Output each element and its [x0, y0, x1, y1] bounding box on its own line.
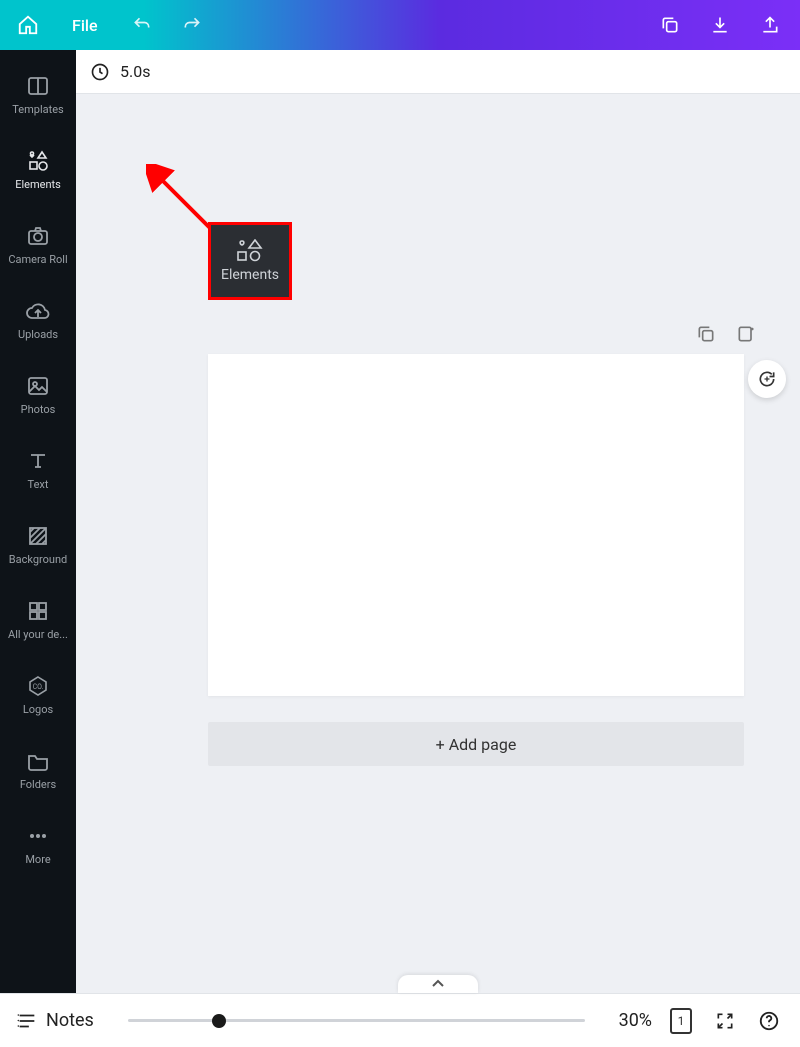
sidebar-item-label: Text: [28, 479, 49, 491]
download-icon: [710, 15, 730, 35]
home-button[interactable]: [12, 9, 44, 41]
body-row: Templates Elements Camera Roll Uploads P…: [0, 50, 800, 993]
sidebar-item-all-your-designs[interactable]: All your de...: [0, 583, 76, 658]
download-button[interactable]: [704, 9, 736, 41]
copy-button[interactable]: [654, 9, 686, 41]
fullscreen-icon: [715, 1011, 735, 1031]
left-sidebar: Templates Elements Camera Roll Uploads P…: [0, 50, 76, 993]
bottom-bar: Notes 30% 1: [0, 993, 800, 1047]
topbar-left-group: File: [0, 9, 208, 41]
redo-button[interactable]: [176, 9, 208, 41]
sidebar-item-label: Folders: [20, 779, 56, 791]
sidebar-item-label: Uploads: [18, 329, 58, 341]
share-button[interactable]: [754, 9, 786, 41]
regenerate-button[interactable]: [748, 360, 786, 398]
sidebar-item-label: All your de...: [8, 629, 68, 641]
main-area: 5.0s: [76, 50, 800, 993]
svg-text:CO.: CO.: [33, 683, 44, 691]
add-page-label: + Add page: [436, 735, 517, 754]
sidebar-item-label: Templates: [12, 104, 63, 116]
camera-icon: [26, 224, 50, 248]
file-menu[interactable]: File: [62, 10, 108, 41]
new-page-button[interactable]: [734, 322, 758, 346]
annotation-label: Elements: [221, 267, 279, 283]
canvas-area: Elements + Add page: [76, 94, 800, 993]
upload-icon: [26, 299, 50, 323]
sidebar-item-background[interactable]: Background: [0, 508, 76, 583]
chevron-up-icon: [431, 979, 445, 989]
slider-thumb[interactable]: [212, 1014, 226, 1028]
sidebar-item-logos[interactable]: CO. Logos: [0, 658, 76, 733]
sidebar-item-text[interactable]: Text: [0, 433, 76, 508]
grid-icon: [26, 599, 50, 623]
sidebar-item-label: Background: [9, 554, 67, 566]
sidebar-item-label: More: [25, 854, 50, 866]
sidebar-item-label: Camera Roll: [8, 254, 67, 266]
fullscreen-button[interactable]: [710, 1006, 740, 1036]
add-page-button[interactable]: + Add page: [208, 722, 744, 766]
duplicate-page-button[interactable]: [694, 322, 718, 346]
annotation-callout: Elements: [208, 222, 292, 300]
help-icon: [758, 1010, 780, 1032]
sidebar-item-folders[interactable]: Folders: [0, 733, 76, 808]
page-number: 1: [670, 1008, 692, 1034]
elements-icon: [235, 239, 265, 263]
sidebar-item-templates[interactable]: Templates: [0, 58, 76, 133]
new-page-icon: [736, 324, 756, 344]
help-button[interactable]: [754, 1006, 784, 1036]
sidebar-item-uploads[interactable]: Uploads: [0, 283, 76, 358]
refresh-plus-icon: [757, 369, 777, 389]
logo-icon: CO.: [26, 674, 50, 698]
notes-icon: [16, 1010, 38, 1032]
undo-icon: [132, 15, 152, 35]
text-icon: [26, 449, 50, 473]
timing-bar: 5.0s: [76, 50, 800, 94]
home-icon: [17, 14, 39, 36]
background-icon: [26, 524, 50, 548]
topbar-right-group: [654, 9, 800, 41]
elements-icon: [26, 149, 50, 173]
zoom-level[interactable]: 30%: [619, 1010, 652, 1031]
templates-icon: [26, 74, 50, 98]
canvas-page[interactable]: [208, 354, 744, 696]
clock-icon: [90, 62, 110, 82]
folder-icon: [26, 749, 50, 773]
sidebar-item-label: Elements: [15, 179, 61, 191]
zoom-slider[interactable]: [108, 1019, 605, 1022]
page-tools: [694, 322, 758, 346]
duplicate-icon: [696, 324, 716, 344]
sidebar-item-label: Logos: [23, 704, 53, 716]
notes-label: Notes: [46, 1010, 94, 1031]
more-icon: [26, 824, 50, 848]
sidebar-item-photos[interactable]: Photos: [0, 358, 76, 433]
notes-button[interactable]: Notes: [16, 1010, 94, 1032]
sidebar-item-elements[interactable]: Elements: [0, 133, 76, 208]
sidebar-item-more[interactable]: More: [0, 808, 76, 883]
duration-label[interactable]: 5.0s: [120, 62, 150, 81]
top-toolbar: File: [0, 0, 800, 50]
undo-button[interactable]: [126, 9, 158, 41]
share-icon: [760, 15, 780, 35]
copy-icon: [660, 15, 680, 35]
photo-icon: [26, 374, 50, 398]
redo-icon: [182, 15, 202, 35]
slider-track: [128, 1019, 585, 1022]
page-indicator[interactable]: 1: [666, 1006, 696, 1036]
sidebar-item-label: Photos: [21, 404, 56, 416]
expand-pages-tab[interactable]: [398, 975, 478, 993]
sidebar-item-camera-roll[interactable]: Camera Roll: [0, 208, 76, 283]
